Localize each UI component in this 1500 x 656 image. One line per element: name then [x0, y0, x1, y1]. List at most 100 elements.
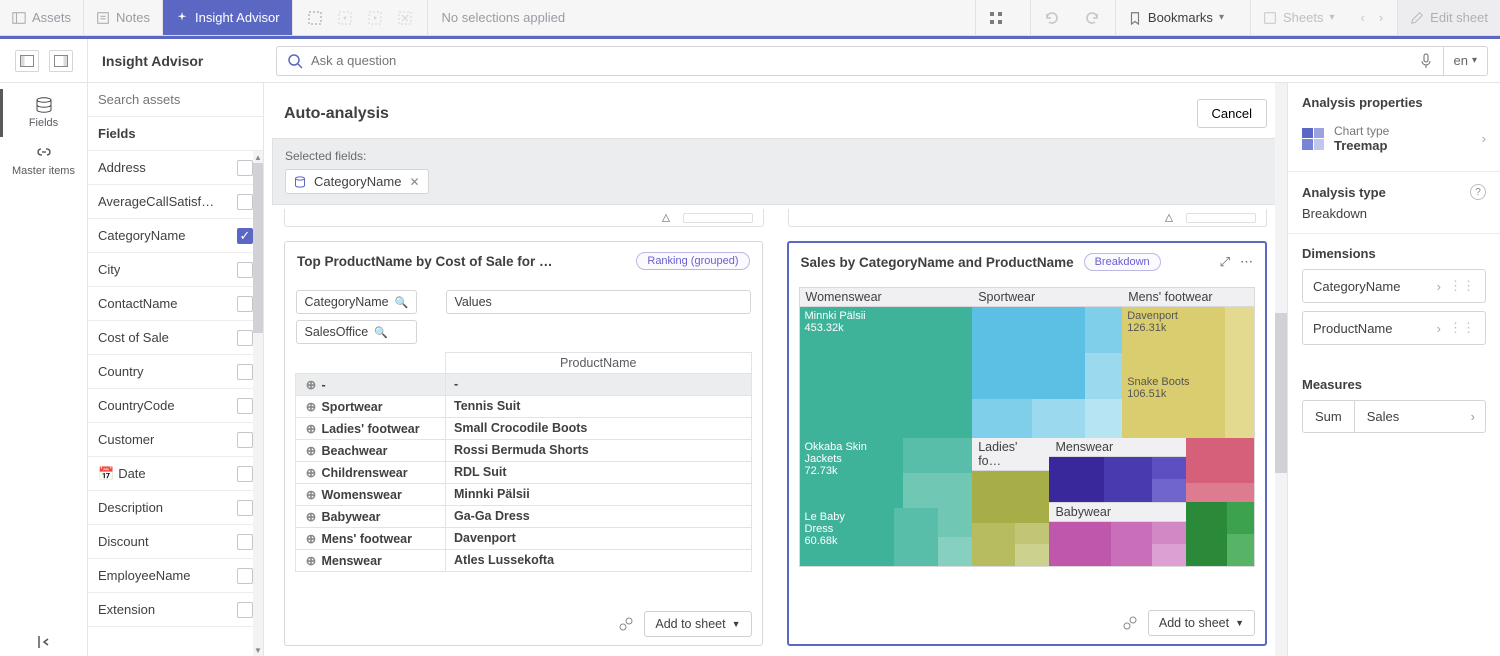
- pivot-row[interactable]: ⊕ ChildrenswearRDL Suit: [296, 461, 752, 483]
- tm-block-okkaba[interactable]: Okkaba SkinJackets72.73k: [800, 438, 904, 508]
- field-checkbox[interactable]: [237, 500, 253, 516]
- stub-button[interactable]: [1186, 213, 1256, 223]
- field-checkbox[interactable]: [237, 398, 253, 414]
- field-row[interactable]: Customer: [88, 423, 263, 457]
- language-dropdown[interactable]: en ▾: [1444, 46, 1489, 76]
- step-back-icon[interactable]: [337, 10, 353, 26]
- tm-block[interactable]: [972, 399, 1032, 438]
- tm-block[interactable]: [1186, 438, 1254, 483]
- chart-type-row[interactable]: Chart type Treemap ›: [1302, 118, 1486, 159]
- tm-block[interactable]: [1152, 457, 1186, 479]
- pivot-row[interactable]: ⊕ MenswearAtles Lussekofta: [296, 549, 752, 571]
- tm-block-lebaby[interactable]: Le BabyDress60.68k: [800, 508, 895, 566]
- insight-advisor-tab[interactable]: Insight Advisor: [163, 0, 293, 35]
- nav-fields[interactable]: Fields: [0, 89, 87, 137]
- bookmarks-dropdown[interactable]: Bookmarks ▾: [1115, 0, 1236, 35]
- scrollbar-thumb[interactable]: [1275, 313, 1287, 473]
- pivot-row[interactable]: ⊕ Ladies' footwearSmall Crocodile Boots: [296, 417, 752, 439]
- field-row[interactable]: Extension: [88, 593, 263, 627]
- tm-block[interactable]: [1085, 307, 1122, 353]
- more-icon[interactable]: ⋯: [1240, 254, 1253, 270]
- expand-icon[interactable]: ⊕: [304, 509, 318, 524]
- treemap-chart[interactable]: Womenswear Minnki Pälsii453.32k Sportwea…: [799, 287, 1256, 567]
- tm-block[interactable]: [1049, 522, 1110, 567]
- field-row[interactable]: Country: [88, 355, 263, 389]
- question-input[interactable]: [311, 53, 1399, 68]
- tm-block[interactable]: [972, 471, 1049, 523]
- tm-block[interactable]: [1186, 502, 1227, 566]
- tm-block[interactable]: [894, 508, 937, 566]
- tm-block[interactable]: [938, 508, 973, 536]
- scroll-up-arrow[interactable]: ▲: [253, 151, 263, 163]
- question-input-wrap[interactable]: [276, 46, 1409, 76]
- layout-right-button[interactable]: [49, 50, 73, 72]
- tm-block[interactable]: [972, 307, 1084, 399]
- tm-block[interactable]: [903, 473, 972, 509]
- tm-block[interactable]: [1032, 399, 1084, 438]
- pivot-row[interactable]: ⊕ WomenswearMinnki Pälsii: [296, 483, 752, 505]
- explore-icon[interactable]: [1122, 615, 1138, 631]
- tm-block[interactable]: [1227, 502, 1254, 534]
- expand-icon[interactable]: ⊕: [304, 421, 318, 436]
- expand-icon[interactable]: ⊕: [304, 487, 318, 502]
- assets-tab[interactable]: Assets: [0, 0, 84, 35]
- tm-block-davenport[interactable]: Davenport126.31k: [1122, 307, 1225, 373]
- selections-tool[interactable]: [975, 0, 1016, 35]
- explore-icon[interactable]: [1162, 211, 1176, 225]
- info-icon[interactable]: ?: [1470, 184, 1486, 200]
- dimension-item-category[interactable]: CategoryName ›⋮⋮: [1302, 269, 1486, 303]
- next-sheet-button[interactable]: ›: [1379, 10, 1383, 25]
- pivot-row[interactable]: ⊕ --: [296, 373, 752, 395]
- smart-select-icon[interactable]: [307, 10, 323, 26]
- step-fwd-icon[interactable]: [367, 10, 383, 26]
- notes-tab[interactable]: Notes: [84, 0, 163, 35]
- tm-block[interactable]: [1225, 307, 1254, 373]
- expand-icon[interactable]: ⊕: [304, 377, 318, 392]
- field-checkbox[interactable]: ✓: [237, 228, 253, 244]
- field-checkbox[interactable]: [237, 160, 253, 176]
- undo-button[interactable]: [1030, 0, 1071, 35]
- dimension-item-product[interactable]: ProductName ›⋮⋮: [1302, 311, 1486, 345]
- expand-icon[interactable]: ⊕: [304, 443, 318, 458]
- field-row[interactable]: EmployeeName: [88, 559, 263, 593]
- prev-sheet-button[interactable]: ‹: [1360, 10, 1364, 25]
- pivot-row[interactable]: ⊕ BabywearGa-Ga Dress: [296, 505, 752, 527]
- field-checkbox[interactable]: [237, 432, 253, 448]
- cancel-button[interactable]: Cancel: [1197, 99, 1267, 128]
- tm-block[interactable]: [1225, 373, 1254, 439]
- field-row[interactable]: Cost of Sale: [88, 321, 263, 355]
- clear-select-icon[interactable]: [397, 10, 413, 26]
- dim-pill-category[interactable]: CategoryName🔍: [296, 290, 418, 314]
- drag-handle-icon[interactable]: ⋮⋮: [1449, 320, 1475, 336]
- tm-block[interactable]: [1049, 457, 1104, 502]
- field-checkbox[interactable]: [237, 602, 253, 618]
- tm-block[interactable]: [1152, 544, 1186, 566]
- stub-button[interactable]: [683, 213, 753, 223]
- field-row[interactable]: 📅Date: [88, 457, 263, 491]
- tm-block[interactable]: [1015, 523, 1050, 544]
- tm-block[interactable]: [1152, 479, 1186, 501]
- measure-item[interactable]: Sum Sales ›: [1302, 400, 1486, 433]
- field-checkbox[interactable]: [237, 568, 253, 584]
- collapse-rail-button[interactable]: [0, 634, 87, 650]
- fields-search-input[interactable]: [98, 92, 253, 107]
- layout-left-button[interactable]: [15, 50, 39, 72]
- field-checkbox[interactable]: [237, 330, 253, 346]
- tm-block-snake[interactable]: Snake Boots106.51k: [1122, 373, 1225, 439]
- scroll-down-arrow[interactable]: ▼: [253, 644, 263, 656]
- tm-block[interactable]: [938, 537, 973, 566]
- explore-icon[interactable]: [618, 616, 634, 632]
- dim-pill-office[interactable]: SalesOffice🔍: [296, 320, 418, 344]
- expand-icon[interactable]: ⊕: [304, 553, 318, 568]
- field-row[interactable]: AverageCallSatisfac…: [88, 185, 263, 219]
- pivot-row[interactable]: ⊕ Mens' footwearDavenport: [296, 527, 752, 549]
- card-treemap[interactable]: Sales by CategoryName and ProductName Br…: [787, 241, 1268, 646]
- field-checkbox[interactable]: [237, 534, 253, 550]
- pivot-row[interactable]: ⊕ SportwearTennis Suit: [296, 395, 752, 417]
- tm-block[interactable]: [1111, 522, 1152, 567]
- sheets-dropdown[interactable]: Sheets ▾: [1250, 0, 1347, 35]
- redo-button[interactable]: [1085, 10, 1101, 26]
- explore-icon[interactable]: [659, 211, 673, 225]
- expand-icon[interactable]: ⊕: [304, 531, 318, 546]
- tm-block[interactable]: [1227, 534, 1254, 566]
